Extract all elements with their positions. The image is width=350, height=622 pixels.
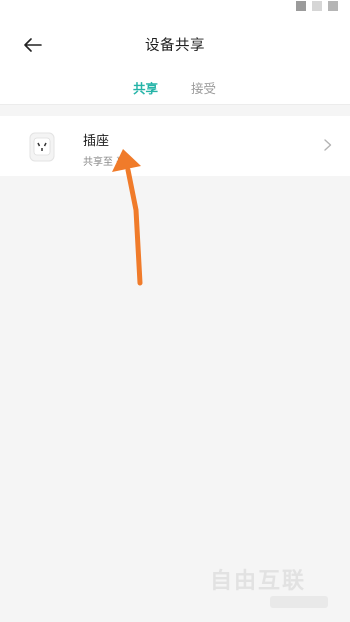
tab-share[interactable]: 共享 [133, 78, 158, 97]
page-title: 设备共享 [145, 38, 205, 54]
tab-receive[interactable]: 接受 [191, 78, 216, 97]
device-list-item[interactable]: 插座 共享至 哥 [0, 116, 350, 176]
divider [0, 104, 350, 105]
status-icon [296, 1, 306, 11]
power-socket-icon [29, 132, 55, 162]
status-icon [312, 1, 322, 11]
watermark-smudge [270, 596, 328, 608]
tab-bar: 共享 接受 [0, 78, 350, 100]
device-name: 插座 [83, 134, 110, 149]
device-share-status: 共享至 哥 [83, 157, 127, 168]
watermark-text: 自由互联 [210, 569, 307, 594]
chevron-right-icon [324, 139, 332, 151]
status-icon [328, 1, 338, 11]
status-bar-icons [296, 0, 350, 12]
